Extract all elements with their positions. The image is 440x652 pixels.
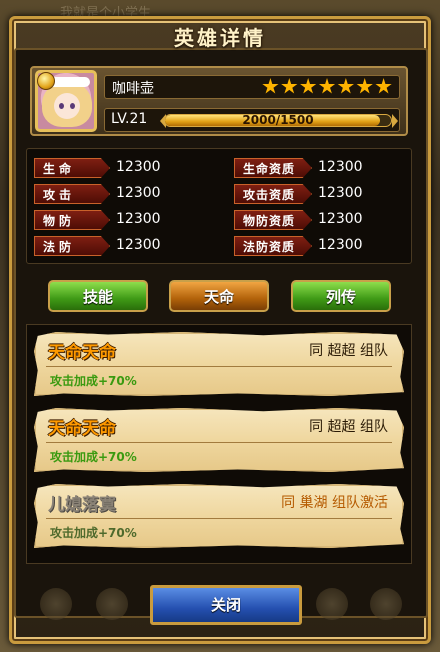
stat-label-attack-aptitude: 攻击资质 — [234, 184, 312, 204]
background-decoration — [96, 588, 128, 620]
stat-value-hp-aptitude: 12300 — [318, 159, 363, 175]
tab-skills[interactable]: 技能 — [48, 280, 148, 312]
fate-effect: 攻击加成+70% — [50, 526, 137, 540]
stat-label-hp-aptitude: 生命资质 — [234, 158, 312, 178]
rank-medal-icon — [37, 72, 55, 90]
fate-requirement: 同 巢湖 组队激活 — [281, 495, 388, 511]
fate-card[interactable]: 天命天命 同 超超 组队 攻击加成+70% — [34, 408, 404, 472]
background-decoration — [370, 588, 402, 620]
portrait-eye — [70, 103, 75, 109]
fate-title: 天命天命 — [48, 419, 116, 439]
tab-fate[interactable]: 天命 — [169, 280, 269, 312]
exp-text: 2000/1500 — [242, 113, 314, 127]
fate-title: 天命天命 — [48, 343, 116, 363]
star-icon — [262, 78, 279, 94]
background-decoration — [316, 588, 348, 620]
fate-card-inactive[interactable]: 儿媳落寞 同 巢湖 组队激活 攻击加成+70% — [34, 484, 404, 548]
star-icon — [281, 78, 298, 94]
exp-bar-cap-right — [392, 114, 398, 128]
stat-label-pdef: 物防 — [34, 210, 110, 230]
fate-divider — [46, 366, 392, 367]
star-icon — [300, 78, 317, 94]
fate-card[interactable]: 天命天命 同 超超 组队 攻击加成+70% — [34, 332, 404, 396]
star-icon — [318, 78, 336, 94]
star-icon — [356, 78, 373, 94]
stat-label-mdef: 法防 — [34, 236, 110, 256]
stat-value-mdef: 12300 — [116, 237, 161, 253]
stat-label-attack: 攻击 — [34, 184, 110, 204]
fate-requirement: 同 超超 组队 — [309, 343, 388, 359]
fate-effect: 攻击加成+70% — [50, 374, 137, 388]
portrait-face — [54, 93, 80, 119]
hero-level: LV.21 — [111, 111, 148, 127]
stat-label-hp: 生命 — [34, 158, 110, 178]
stat-value-hp: 12300 — [116, 159, 161, 175]
star-rating — [262, 78, 392, 96]
stat-label-pdef-aptitude: 物防资质 — [234, 210, 312, 230]
stat-value-pdef: 12300 — [116, 211, 161, 227]
fate-divider — [46, 518, 392, 519]
stat-label-mdef-aptitude: 法防资质 — [234, 236, 312, 256]
stat-value-pdef-aptitude: 12300 — [318, 211, 363, 227]
panel-title: 英雄详情 — [174, 26, 266, 50]
stat-value-attack-aptitude: 12300 — [318, 185, 363, 201]
stat-value-mdef-aptitude: 12300 — [318, 237, 363, 253]
star-icon — [375, 78, 392, 94]
fate-divider — [46, 442, 392, 443]
background-decoration — [40, 588, 72, 620]
fate-requirement: 同 超超 组队 — [309, 419, 388, 435]
fate-effect: 攻击加成+70% — [50, 450, 137, 464]
portrait-eye — [59, 103, 64, 109]
star-icon — [337, 78, 354, 94]
hero-name: 咖啡壶 — [112, 81, 154, 97]
tab-biography[interactable]: 列传 — [291, 280, 391, 312]
fate-title: 儿媳落寞 — [48, 495, 116, 515]
stat-value-attack: 12300 — [116, 185, 161, 201]
close-button[interactable]: 关闭 — [150, 585, 302, 625]
